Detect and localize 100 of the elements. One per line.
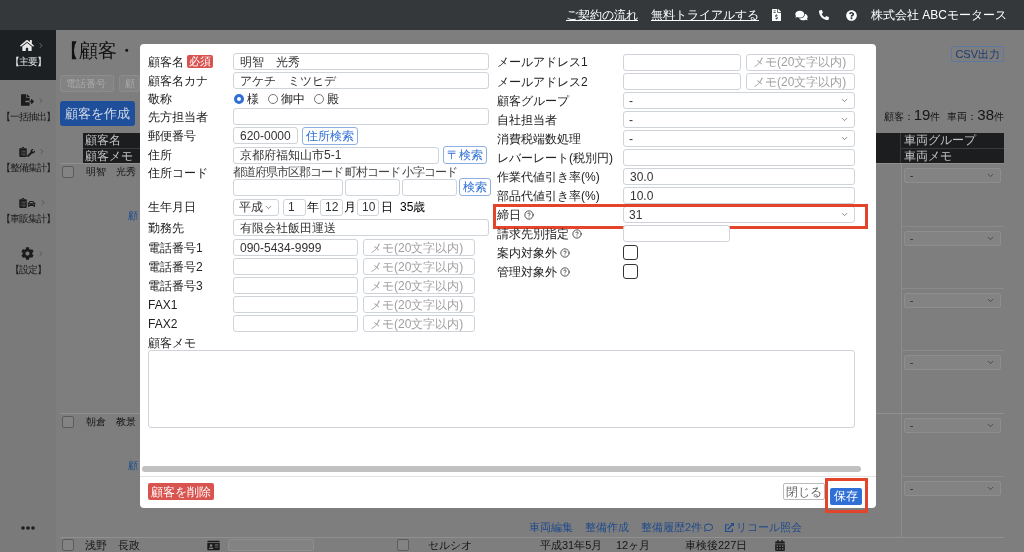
- chevron-down-icon: [986, 234, 995, 243]
- header-link[interactable]: 無料トライアルする: [651, 8, 759, 22]
- text-input[interactable]: [623, 53, 741, 71]
- text-input[interactable]: [623, 149, 855, 166]
- text-input[interactable]: 620-0000: [233, 127, 298, 144]
- field-label: 生年月日: [148, 200, 196, 214]
- vehicle-model: セルシオ: [428, 538, 473, 552]
- memo-input[interactable]: メモ(20文字以内): [363, 277, 475, 294]
- checkbox[interactable]: [623, 245, 638, 260]
- memo-input[interactable]: メモ(20文字以内): [363, 239, 475, 256]
- file-export-icon: [20, 94, 34, 106]
- checkbox[interactable]: [62, 166, 74, 178]
- memo-input[interactable]: メモ(20文字以内): [363, 315, 475, 332]
- count-text: 車両：38件: [947, 107, 1004, 125]
- memo-input[interactable]: メモ(20文字以内): [746, 73, 855, 90]
- text-input[interactable]: 30.0: [623, 168, 855, 185]
- customer-name: 浅野 長政: [85, 538, 140, 552]
- select-field[interactable]: -: [904, 418, 1001, 433]
- checkbox[interactable]: [62, 539, 74, 551]
- text-input[interactable]: 10.0: [623, 187, 855, 204]
- text-input[interactable]: 1: [283, 198, 306, 216]
- days-since-inspection: 車検後227日: [685, 538, 749, 552]
- text-input[interactable]: [233, 108, 489, 125]
- radio-option[interactable]: 殿: [314, 91, 339, 106]
- date-unit: 月: [344, 200, 356, 214]
- text-input[interactable]: 12: [320, 198, 343, 216]
- chevron-down-icon: [986, 484, 995, 493]
- checkbox[interactable]: [62, 416, 74, 428]
- customer-name: 朝倉 教景: [86, 416, 136, 428]
- select-field[interactable]: -: [904, 293, 1001, 308]
- select-field[interactable]: -: [904, 231, 1001, 246]
- comment-icon: [704, 523, 713, 532]
- sidebar-item[interactable]: 【主要】: [0, 30, 56, 80]
- calendar-icon[interactable]: [775, 539, 785, 551]
- csv-export-button[interactable]: CSV出力: [951, 46, 1004, 62]
- sub-label: 町村コード: [345, 165, 400, 179]
- text-input[interactable]: [233, 179, 343, 196]
- select-field[interactable]: -: [623, 111, 855, 128]
- text-input[interactable]: 有限会社飯田運送: [233, 219, 489, 236]
- sidebar-item[interactable]: 【設定】: [0, 238, 56, 289]
- column-header: 顧客名: [84, 133, 122, 148]
- memo-textarea[interactable]: [148, 350, 855, 428]
- field-label: 締日: [497, 207, 521, 222]
- checkbox[interactable]: [623, 264, 638, 279]
- text-input[interactable]: [233, 296, 358, 313]
- radio-option[interactable]: 御中: [268, 91, 305, 106]
- help-icon[interactable]: [846, 9, 857, 21]
- search-button[interactable]: 検索: [459, 178, 491, 196]
- more-icon[interactable]: [21, 526, 35, 530]
- header-link[interactable]: ご契約の流れ: [566, 8, 638, 22]
- save-button[interactable]: 保存: [830, 487, 862, 505]
- text-input[interactable]: [233, 277, 358, 294]
- create-customer-button[interactable]: 顧客を作成: [60, 101, 135, 126]
- page-title: 【顧客・: [60, 39, 136, 63]
- chevron-down-icon: [840, 96, 849, 105]
- external-link-icon: [725, 523, 734, 532]
- registration-date: 平成31年5月: [540, 538, 604, 552]
- delete-button[interactable]: 顧客を削除: [148, 483, 214, 500]
- text-input[interactable]: 090-5434-9999: [233, 239, 358, 256]
- radio-option[interactable]: 様: [234, 91, 259, 106]
- postal-search-button[interactable]: 〒検索: [443, 146, 487, 164]
- invoice-icon[interactable]: [772, 9, 781, 21]
- horizontal-scrollbar[interactable]: [142, 466, 861, 472]
- field-label: 郵便番号: [148, 128, 196, 143]
- text-input[interactable]: 明智 光秀: [233, 53, 489, 70]
- text-input[interactable]: 10: [357, 198, 379, 216]
- chat-icon[interactable]: [795, 9, 808, 21]
- era-select[interactable]: 平成: [233, 198, 279, 216]
- field-label: 作業代値引き率(%): [497, 169, 601, 184]
- select-field[interactable]: -: [623, 92, 855, 109]
- memo-input[interactable]: メモ(20文字以内): [746, 53, 855, 71]
- sidebar-item[interactable]: 【整備集計】: [0, 136, 56, 187]
- select-field[interactable]: -: [904, 481, 1001, 496]
- select-field[interactable]: -: [904, 355, 1001, 370]
- address-search-button[interactable]: 住所検索: [302, 126, 358, 145]
- company-name: 株式会社 ABCモータース: [871, 8, 1007, 22]
- checkbox[interactable]: [397, 539, 409, 551]
- clipboard-wrench-icon: [19, 145, 35, 157]
- chevron-down-icon: [986, 171, 995, 180]
- field-label: 住所コード: [148, 166, 208, 180]
- select-field[interactable]: -: [904, 168, 1001, 183]
- text-input[interactable]: [623, 225, 730, 242]
- text-input[interactable]: [623, 73, 741, 90]
- text-input[interactable]: [345, 179, 400, 196]
- chevron-down-icon: [986, 296, 995, 305]
- text-input[interactable]: [402, 179, 457, 196]
- text-input[interactable]: 京都府福知山市5-1: [233, 146, 439, 164]
- field-label: 勤務先: [148, 220, 184, 235]
- text-input[interactable]: [233, 258, 358, 275]
- field-label: 管理対象外: [497, 264, 557, 279]
- clipboard-car-icon: [18, 196, 36, 208]
- memo-input[interactable]: メモ(20文字以内): [363, 296, 475, 313]
- text-input[interactable]: アケチ ミツヒデ: [233, 72, 489, 89]
- sidebar-item[interactable]: 【車販集計】: [0, 187, 56, 238]
- phone-icon[interactable]: [819, 10, 829, 20]
- select-field[interactable]: -: [623, 130, 855, 147]
- memo-input[interactable]: メモ(20文字以内): [363, 258, 475, 275]
- close-button[interactable]: 閉じる: [783, 483, 825, 500]
- text-input[interactable]: [233, 315, 358, 332]
- field-label: FAX1: [148, 297, 178, 312]
